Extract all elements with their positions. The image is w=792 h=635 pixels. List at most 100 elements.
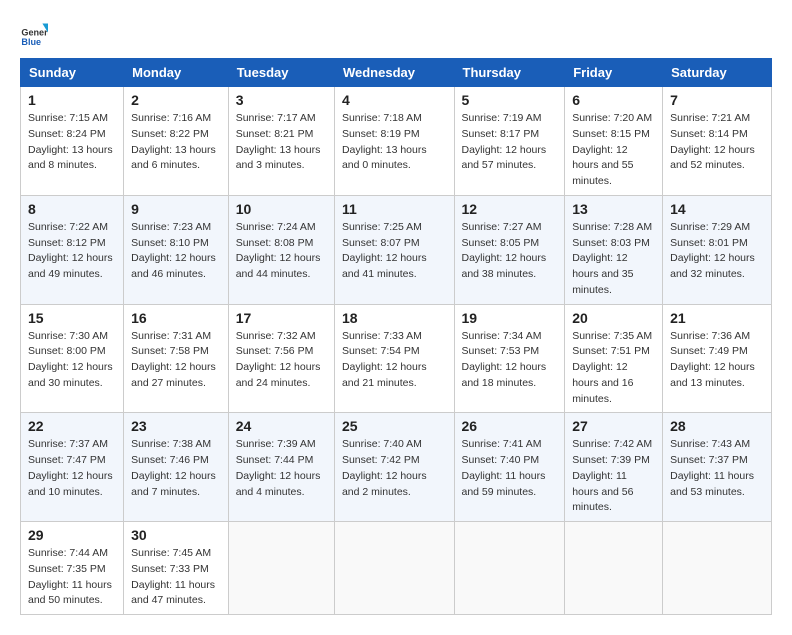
calendar-week-1: 1Sunrise: 7:15 AMSunset: 8:24 PMDaylight… — [21, 87, 772, 196]
weekday-header-friday: Friday — [565, 59, 663, 87]
day-number: 14 — [670, 201, 764, 217]
day-number: 29 — [28, 527, 116, 543]
day-number: 19 — [462, 310, 558, 326]
day-info: Sunrise: 7:34 AMSunset: 7:53 PMDaylight:… — [462, 329, 558, 392]
day-info: Sunrise: 7:45 AMSunset: 7:33 PMDaylight:… — [131, 546, 221, 609]
svg-text:Blue: Blue — [21, 37, 41, 47]
day-info: Sunrise: 7:33 AMSunset: 7:54 PMDaylight:… — [342, 329, 447, 392]
calendar-cell: 26 Sunrise: 7:41 AMSunset: 7:40 PMDayligh… — [454, 413, 565, 522]
calendar-cell: 22 Sunrise: 7:37 AMSunset: 7:47 PMDayligh… — [21, 413, 124, 522]
day-number: 9 — [131, 201, 221, 217]
day-info: Sunrise: 7:19 AMSunset: 8:17 PMDaylight:… — [462, 111, 558, 174]
calendar-cell: 9 Sunrise: 7:23 AMSunset: 8:10 PMDaylight… — [124, 195, 229, 304]
weekday-header-saturday: Saturday — [663, 59, 772, 87]
day-info: Sunrise: 7:40 AMSunset: 7:42 PMDaylight:… — [342, 437, 447, 500]
page-header: General Blue — [20, 20, 772, 48]
day-info: Sunrise: 7:43 AMSunset: 7:37 PMDaylight:… — [670, 437, 764, 500]
day-number: 13 — [572, 201, 655, 217]
day-info: Sunrise: 7:16 AMSunset: 8:22 PMDaylight:… — [131, 111, 221, 174]
calendar-cell: 11Sunrise: 7:25 AMSunset: 8:07 PMDayligh… — [334, 195, 454, 304]
calendar-cell: 5 Sunrise: 7:19 AMSunset: 8:17 PMDaylight… — [454, 87, 565, 196]
day-info: Sunrise: 7:20 AMSunset: 8:15 PMDaylight:… — [572, 111, 655, 190]
calendar-cell: 27Sunrise: 7:42 AMSunset: 7:39 PMDayligh… — [565, 413, 663, 522]
calendar-cell: 1Sunrise: 7:15 AMSunset: 8:24 PMDaylight… — [21, 87, 124, 196]
day-number: 28 — [670, 418, 764, 434]
day-info: Sunrise: 7:42 AMSunset: 7:39 PMDaylight:… — [572, 437, 655, 516]
day-info: Sunrise: 7:29 AMSunset: 8:01 PMDaylight:… — [670, 220, 764, 283]
calendar-cell: 19 Sunrise: 7:34 AMSunset: 7:53 PMDayligh… — [454, 304, 565, 413]
day-info: Sunrise: 7:23 AMSunset: 8:10 PMDaylight:… — [131, 220, 221, 283]
weekday-header-thursday: Thursday — [454, 59, 565, 87]
day-number: 23 — [131, 418, 221, 434]
day-info: Sunrise: 7:28 AMSunset: 8:03 PMDaylight:… — [572, 220, 655, 299]
day-number: 3 — [236, 92, 327, 108]
day-number: 16 — [131, 310, 221, 326]
calendar-week-3: 15 Sunrise: 7:30 AMSunset: 8:00 PMDayligh… — [21, 304, 772, 413]
calendar-cell: 30 Sunrise: 7:45 AMSunset: 7:33 PMDayligh… — [124, 522, 229, 615]
day-number: 18 — [342, 310, 447, 326]
calendar-body: 1Sunrise: 7:15 AMSunset: 8:24 PMDaylight… — [21, 87, 772, 615]
calendar-cell: 16 Sunrise: 7:31 AMSunset: 7:58 PMDayligh… — [124, 304, 229, 413]
logo: General Blue — [20, 20, 48, 48]
calendar-cell: 23 Sunrise: 7:38 AMSunset: 7:46 PMDayligh… — [124, 413, 229, 522]
day-info: Sunrise: 7:30 AMSunset: 8:00 PMDaylight:… — [28, 329, 116, 392]
calendar-cell: 29 Sunrise: 7:44 AMSunset: 7:35 PMDayligh… — [21, 522, 124, 615]
day-number: 2 — [131, 92, 221, 108]
calendar-cell: 24Sunrise: 7:39 AMSunset: 7:44 PMDayligh… — [228, 413, 334, 522]
day-info: Sunrise: 7:39 AMSunset: 7:44 PMDaylight:… — [236, 437, 327, 500]
calendar-cell: 10 Sunrise: 7:24 AMSunset: 8:08 PMDayligh… — [228, 195, 334, 304]
calendar-cell: 17 Sunrise: 7:32 AMSunset: 7:56 PMDayligh… — [228, 304, 334, 413]
calendar-cell — [454, 522, 565, 615]
day-number: 30 — [131, 527, 221, 543]
day-info: Sunrise: 7:38 AMSunset: 7:46 PMDaylight:… — [131, 437, 221, 500]
calendar-cell: 25 Sunrise: 7:40 AMSunset: 7:42 PMDayligh… — [334, 413, 454, 522]
calendar-cell: 7Sunrise: 7:21 AMSunset: 8:14 PMDaylight… — [663, 87, 772, 196]
day-number: 15 — [28, 310, 116, 326]
calendar-table: SundayMondayTuesdayWednesdayThursdayFrid… — [20, 58, 772, 615]
day-number: 8 — [28, 201, 116, 217]
day-number: 11 — [342, 201, 447, 217]
day-info: Sunrise: 7:44 AMSunset: 7:35 PMDaylight:… — [28, 546, 116, 609]
day-number: 5 — [462, 92, 558, 108]
day-info: Sunrise: 7:22 AMSunset: 8:12 PMDaylight:… — [28, 220, 116, 283]
calendar-cell — [334, 522, 454, 615]
weekday-header-tuesday: Tuesday — [228, 59, 334, 87]
day-number: 26 — [462, 418, 558, 434]
day-info: Sunrise: 7:24 AMSunset: 8:08 PMDaylight:… — [236, 220, 327, 283]
day-number: 21 — [670, 310, 764, 326]
calendar-cell: 15 Sunrise: 7:30 AMSunset: 8:00 PMDayligh… — [21, 304, 124, 413]
day-number: 20 — [572, 310, 655, 326]
calendar-header: SundayMondayTuesdayWednesdayThursdayFrid… — [21, 59, 772, 87]
day-number: 12 — [462, 201, 558, 217]
calendar-cell: 6Sunrise: 7:20 AMSunset: 8:15 PMDaylight… — [565, 87, 663, 196]
weekday-header-monday: Monday — [124, 59, 229, 87]
day-info: Sunrise: 7:41 AMSunset: 7:40 PMDaylight:… — [462, 437, 558, 500]
day-info: Sunrise: 7:32 AMSunset: 7:56 PMDaylight:… — [236, 329, 327, 392]
day-info: Sunrise: 7:36 AMSunset: 7:49 PMDaylight:… — [670, 329, 764, 392]
calendar-week-4: 22 Sunrise: 7:37 AMSunset: 7:47 PMDayligh… — [21, 413, 772, 522]
day-number: 10 — [236, 201, 327, 217]
calendar-cell: 2 Sunrise: 7:16 AMSunset: 8:22 PMDaylight… — [124, 87, 229, 196]
day-info: Sunrise: 7:17 AMSunset: 8:21 PMDaylight:… — [236, 111, 327, 174]
day-number: 22 — [28, 418, 116, 434]
calendar-cell — [565, 522, 663, 615]
calendar-cell: 3 Sunrise: 7:17 AMSunset: 8:21 PMDaylight… — [228, 87, 334, 196]
day-info: Sunrise: 7:18 AMSunset: 8:19 PMDaylight:… — [342, 111, 447, 174]
calendar-week-2: 8 Sunrise: 7:22 AMSunset: 8:12 PMDaylight… — [21, 195, 772, 304]
day-number: 25 — [342, 418, 447, 434]
calendar-cell: 20Sunrise: 7:35 AMSunset: 7:51 PMDayligh… — [565, 304, 663, 413]
calendar-cell: 12 Sunrise: 7:27 AMSunset: 8:05 PMDayligh… — [454, 195, 565, 304]
calendar-week-5: 29 Sunrise: 7:44 AMSunset: 7:35 PMDayligh… — [21, 522, 772, 615]
day-info: Sunrise: 7:31 AMSunset: 7:58 PMDaylight:… — [131, 329, 221, 392]
calendar-cell: 4 Sunrise: 7:18 AMSunset: 8:19 PMDaylight… — [334, 87, 454, 196]
calendar-cell: 21 Sunrise: 7:36 AMSunset: 7:49 PMDayligh… — [663, 304, 772, 413]
day-number: 17 — [236, 310, 327, 326]
calendar-cell — [663, 522, 772, 615]
calendar-cell: 18 Sunrise: 7:33 AMSunset: 7:54 PMDayligh… — [334, 304, 454, 413]
day-info: Sunrise: 7:27 AMSunset: 8:05 PMDaylight:… — [462, 220, 558, 283]
logo-icon: General Blue — [20, 20, 48, 48]
calendar-cell — [228, 522, 334, 615]
day-number: 1 — [28, 92, 116, 108]
day-info: Sunrise: 7:37 AMSunset: 7:47 PMDaylight:… — [28, 437, 116, 500]
day-number: 4 — [342, 92, 447, 108]
